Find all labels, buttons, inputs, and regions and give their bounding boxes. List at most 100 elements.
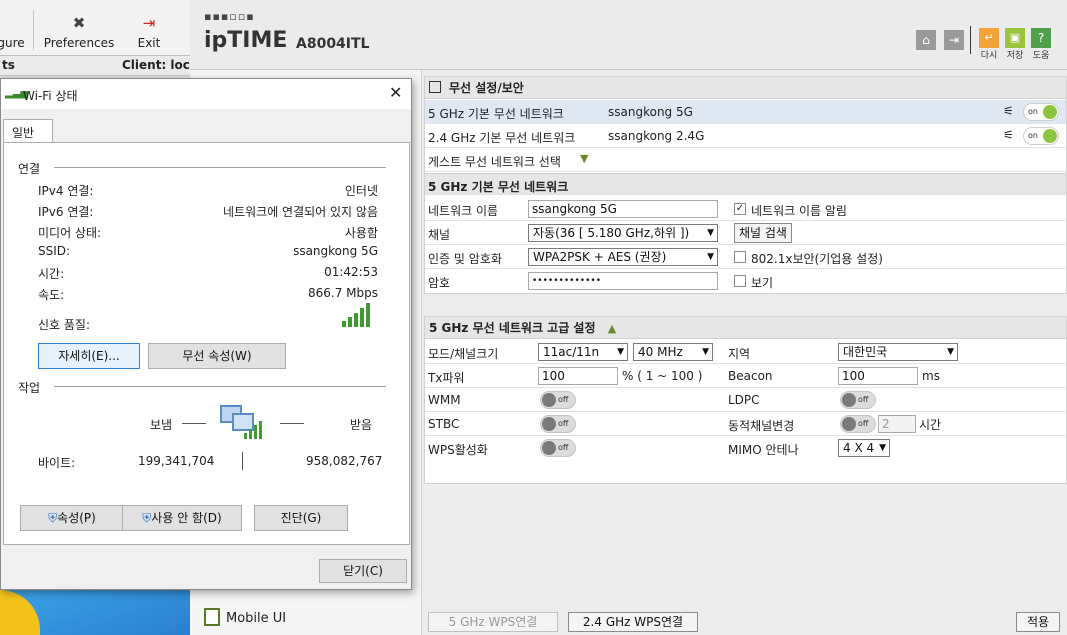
mimo-select[interactable]: 4 X 4 ▼ [838,439,890,457]
mode-row: 모드/채널크기 11ac/11n ▼ 40 MHz ▼ 지역 대한민국 ▼ [425,340,1066,364]
wps-row: WPS활성화 off MIMO 안테나 4 X 4 ▼ [425,436,1066,460]
dynamic-channel-hours-input[interactable]: 2 [878,415,916,433]
beacon-input[interactable]: 100 [838,367,918,385]
tx-row: Tx파워 100 % ( 1 ~ 100 ) Beacon 100 ms [425,364,1066,388]
help-button[interactable]: ? 도움 [1030,28,1052,61]
chevron-up-icon: ▲ [607,322,617,335]
toggle-knob [842,417,856,431]
chevron-down-icon: ▼ [580,152,589,165]
save-button[interactable]: ▣ 저장 [1004,28,1026,61]
tab-general[interactable]: 일반 [3,119,53,143]
router-model: A8004ITL [296,36,370,52]
speed-row: 속도: 866.7 Mbps [38,286,378,302]
help-icon: ? [1031,28,1051,48]
details-button[interactable]: 자세히(E)... [38,343,140,369]
apply-button[interactable]: 적용 [1016,612,1060,632]
close-button[interactable]: 닫기(C) [319,559,407,583]
router-main: 무선 설정/보안 5 GHz 기본 무선 네트워크 ssangkong 5G ⚟… [424,76,1067,635]
8021x-checkbox[interactable] [734,251,746,263]
toggle-knob [1043,129,1057,143]
logout-icon[interactable]: ⇥ [944,30,964,50]
wireless-settings-panel: 무선 설정/보안 5 GHz 기본 무선 네트워크 ssangkong 5G ⚟… [424,76,1067,294]
dropdown-arrow-icon: ▼ [617,347,624,357]
wmm-row: WMM off LDPC off [425,388,1066,412]
tx-power-input[interactable]: 100 [538,367,618,385]
preferences-icon: ✖ [72,14,86,32]
network-row-24g[interactable]: 2.4 GHz 기본 무선 네트워크 ssangkong 2.4G ⚟ on [425,124,1066,148]
wifi-filter-icon[interactable]: ⚟ [1003,104,1014,118]
wifi-status-dialog: ▂▃▅ Wi-Fi 상태 ✕ 일반 연결 IPv4 연결: 인터넷 IPv6 연결… [0,78,412,590]
brand-dots: ▪▪▪▫▫▪ [204,10,255,23]
network-name-input[interactable]: ssangkong 5G [528,200,718,218]
exit-button[interactable]: ⇥ Exit [128,0,170,56]
brand-logo: ipTIME [204,28,288,53]
bg-strip: ts Client: loc [0,56,190,76]
shield-icon: ⛨ [142,511,152,525]
toolbar-divider [33,10,34,50]
wmm-toggle[interactable]: off [540,391,576,409]
reload-icon: ↵ [979,28,999,48]
configure-button[interactable]: gure [0,0,26,56]
divider [54,167,386,168]
channel-row: 채널 자동(36 [ 5.180 GHz,하위 ]) ▼ 채널 검색 [425,221,1066,245]
network-name-row: 네트워크 이름 ssangkong 5G ✓ 네트워크 이름 알림 [425,197,1066,221]
reload-button[interactable]: ↵ 다시 [978,28,1000,61]
mobile-icon [204,608,220,626]
received-line [280,423,304,424]
password-input[interactable]: ••••••••••••• [528,272,718,290]
mode-select[interactable]: 11ac/11n ▼ [538,343,628,361]
header-divider [970,26,971,54]
channel-search-button[interactable]: 채널 검색 [734,223,792,243]
network-computers-icon [218,401,264,445]
wps-5g-button[interactable]: 5 GHz WPS연결 [428,612,558,632]
wireless-properties-button[interactable]: 무선 속성(W) [148,343,286,369]
network-24g-toggle[interactable]: on [1023,127,1059,145]
channel-select[interactable]: 자동(36 [ 5.180 GHz,하위 ]) ▼ [528,224,718,242]
configure-icon [2,14,20,32]
network-5g-toggle[interactable]: on [1023,103,1059,121]
close-icon[interactable]: ✕ [389,83,402,102]
dropdown-arrow-icon: ▼ [947,347,954,357]
dialog-titlebar: ▂▃▅ Wi-Fi 상태 ✕ [1,79,411,109]
save-icon: ▣ [1005,28,1025,48]
mobile-ui-link[interactable]: Mobile UI [226,611,286,626]
advanced-header[interactable]: 5 GHz 무선 네트워크 고급 설정 ▲ [425,317,1066,339]
toggle-knob [542,393,556,407]
exit-icon: ⇥ [142,14,156,32]
network-row-5g[interactable]: 5 GHz 기본 무선 네트워크 ssangkong 5G ⚟ on [425,100,1066,124]
section-header: 무선 설정/보안 [425,77,1066,99]
basic-section-header: 5 GHz 기본 무선 네트워크 [425,173,1066,195]
shield-icon: ⛨ [48,511,58,525]
broadcast-checkbox[interactable]: ✓ [734,203,746,215]
wps-24g-button[interactable]: 2.4 GHz WPS연결 [568,612,698,632]
guest-network-select[interactable]: 게스트 무선 네트워크 선택 ▼ [425,148,1066,172]
sent-line [182,423,206,424]
dropdown-arrow-icon: ▼ [879,443,886,453]
toggle-knob [542,441,556,455]
ldpc-toggle[interactable]: off [840,391,876,409]
home-icon[interactable]: ⌂ [916,30,936,50]
region-select[interactable]: 대한민국 ▼ [838,343,958,361]
divider [54,386,386,387]
preferences-button[interactable]: ✖ Preferences [40,0,118,56]
advanced-settings-panel: 5 GHz 무선 네트워크 고급 설정 ▲ 모드/채널크기 11ac/11n ▼ … [424,316,1067,484]
dynamic-channel-toggle[interactable]: off [840,415,876,433]
toggle-knob [542,417,556,431]
disable-button[interactable]: ⛨사용 안 함(D) [122,505,242,531]
dropdown-arrow-icon: ▼ [702,347,709,357]
router-header: ▪▪▪▫▫▪ ipTIME A8004ITL ⌂ ⇥ ↵ 다시 ▣ 저장 ? 도… [190,0,1067,70]
stbc-toggle[interactable]: off [540,415,576,433]
channel-width-select[interactable]: 40 MHz ▼ [633,343,713,361]
wps-toggle[interactable]: off [540,439,576,457]
auth-select[interactable]: WPA2PSK + AES (권장) ▼ [528,248,718,266]
password-row: 암호 ••••••••••••• 보기 [425,269,1066,293]
duration-row: 시간: 01:42:53 [38,265,378,281]
show-password-checkbox[interactable] [734,275,746,287]
diagnose-button[interactable]: 진단(G) [254,505,348,531]
properties-button[interactable]: ⛨속성(P) [20,505,124,531]
dropdown-arrow-icon: ▼ [707,252,714,262]
ipv4-row: IPv4 연결: 인터넷 [38,184,378,198]
wifi-filter-icon[interactable]: ⚟ [1003,128,1014,142]
media-state-row: 미디어 상태: 사용함 [38,226,378,240]
signal-quality-icon [342,303,372,327]
